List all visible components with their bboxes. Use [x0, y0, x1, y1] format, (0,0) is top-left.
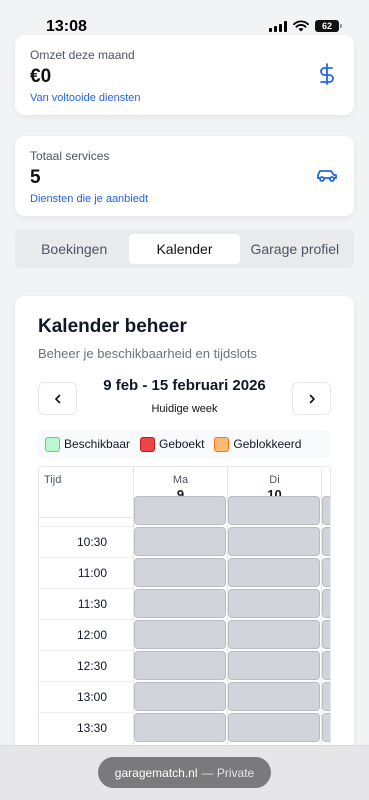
revenue-subtext: Van voltooide diensten [30, 92, 141, 104]
revenue-label: Omzet deze maand [30, 48, 135, 62]
time-label: 13:30 [76, 721, 107, 735]
time-slot[interactable] [322, 713, 330, 742]
legend: Beschikbaar Geboekt Geblokkeerd [38, 430, 331, 458]
blocked-swatch [214, 436, 230, 452]
time-label: 13:00 [76, 690, 107, 704]
status-time: 13:08 [46, 18, 87, 35]
time-slot[interactable] [322, 620, 330, 649]
time-slot[interactable] [322, 527, 330, 556]
previous-week-button[interactable] [38, 382, 77, 415]
time-slot[interactable] [228, 682, 320, 711]
time-slot[interactable] [228, 527, 320, 556]
revenue-card: Omzet deze maand €0 Van voltooide dienst… [15, 35, 354, 115]
tab-kalender[interactable]: Kalender [129, 234, 240, 264]
time-column-header: Tijd [44, 474, 62, 486]
signal-icon [269, 20, 287, 32]
legend-available-label: Beschikbaar [64, 437, 131, 451]
time-label: 12:30 [76, 659, 107, 673]
chevron-right-icon [309, 394, 315, 403]
wifi-icon [293, 20, 309, 32]
day-name: Ma [172, 474, 189, 486]
next-week-button[interactable] [292, 382, 331, 415]
tab-boekingen[interactable]: Boekingen [19, 234, 129, 264]
week-range: 9 feb - 15 februari 2026 [103, 377, 266, 394]
time-row: 11:30 [39, 588, 133, 619]
time-slot[interactable] [322, 651, 330, 680]
services-value: 5 [30, 167, 41, 188]
chevron-left-icon [54, 394, 60, 403]
time-row: 12:30 [39, 650, 133, 681]
revenue-value: €0 [30, 66, 52, 87]
time-row: 10:30 [39, 526, 133, 557]
services-card: Totaal services 5 Diensten die je aanbie… [15, 136, 354, 216]
time-label: 11:30 [77, 597, 107, 611]
time-slot[interactable] [228, 620, 320, 649]
time-row: 12:00 [39, 619, 133, 650]
calendar-card: Kalender beheer Beheer je beschikbaarhei… [15, 296, 354, 800]
time-slot[interactable] [228, 651, 320, 680]
legend-booked-label: Geboekt [159, 437, 205, 451]
legend-available: Beschikbaar [45, 436, 131, 452]
time-row: 13:00 [39, 681, 133, 712]
legend-blocked-label: Geblokkeerd [233, 437, 302, 451]
time-slot[interactable] [134, 558, 226, 587]
time-slot[interactable] [322, 589, 330, 618]
legend-blocked: Geblokkeerd [214, 436, 302, 452]
tab-bar: Boekingen Kalender Garage profiel [15, 230, 354, 268]
tab-garage-profiel[interactable]: Garage profiel [240, 234, 350, 264]
time-label: 12:00 [76, 628, 107, 642]
time-slot[interactable] [322, 682, 330, 711]
time-slot[interactable] [134, 620, 226, 649]
time-label: 11:00 [77, 566, 107, 580]
dollar-icon [320, 63, 334, 85]
time-slot[interactable] [322, 496, 330, 525]
time-slot[interactable] [228, 713, 320, 742]
calendar-subtitle: Beheer je beschikbaarheid en tijdslots [38, 346, 257, 361]
time-slot[interactable] [322, 558, 330, 587]
legend-booked: Geboekt [140, 436, 205, 452]
battery-icon: 62 [315, 20, 342, 32]
day-name: Di [269, 474, 280, 486]
time-slot[interactable] [228, 589, 320, 618]
url-bar[interactable]: garagematch.nl — Private [98, 757, 271, 788]
time-slot[interactable] [228, 558, 320, 587]
browser-bottom-bar: garagematch.nl — Private [0, 745, 369, 800]
time-slot[interactable] [134, 589, 226, 618]
time-slot[interactable] [134, 682, 226, 711]
booked-swatch [140, 436, 156, 452]
calendar-title: Kalender beheer [38, 316, 187, 337]
status-icons: 62 [269, 20, 342, 32]
time-row: 13:30 [39, 712, 133, 743]
car-icon [317, 170, 337, 182]
time-slot[interactable] [134, 651, 226, 680]
services-subtext: Diensten die je aanbiedt [30, 193, 149, 205]
services-label: Totaal services [30, 149, 110, 163]
time-slot[interactable] [134, 496, 226, 525]
available-swatch [45, 436, 60, 452]
time-label: 10:30 [76, 535, 107, 549]
time-row: 11:00 [39, 557, 133, 588]
time-slot[interactable] [134, 713, 226, 742]
current-week-label: Huidige week [151, 403, 218, 415]
status-bar: 13:08 62 [0, 0, 369, 40]
url-domain: garagematch.nl [114, 765, 198, 780]
privacy-label: — Private [201, 765, 255, 780]
time-slot[interactable] [228, 496, 320, 525]
time-slot[interactable] [134, 527, 226, 556]
